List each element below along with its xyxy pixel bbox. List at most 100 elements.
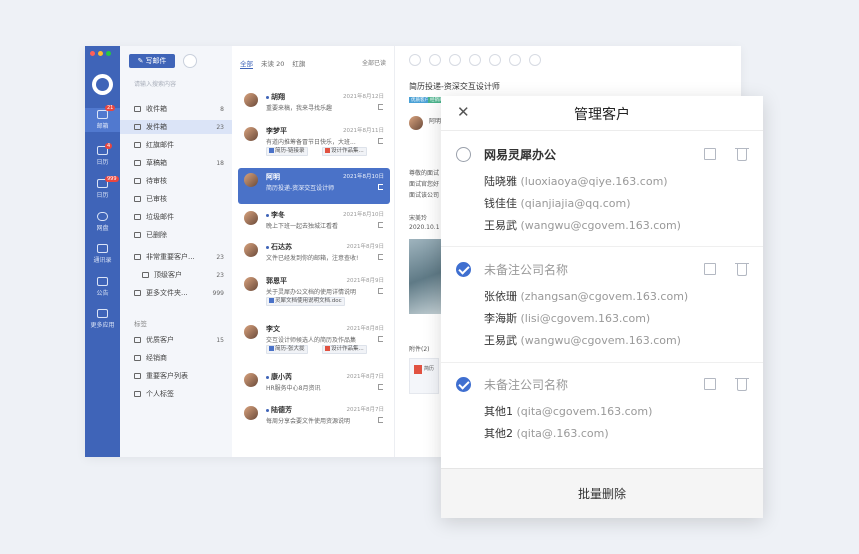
contact-email: (lisi@cgovem.163.com)	[520, 312, 651, 325]
folder-count: 18	[216, 159, 224, 167]
tag-icon	[134, 337, 141, 343]
folder-spam[interactable]: 垃圾邮件	[120, 210, 232, 224]
folder-outbox[interactable]: 发件箱 23	[120, 120, 232, 134]
message-row-selected[interactable]: 阿明 2021年8月10日 简历投递-资深交互设计师	[238, 168, 390, 204]
batch-delete-button[interactable]: 批量删除	[441, 468, 763, 518]
flag-icon[interactable]	[378, 288, 383, 294]
rail-calendar[interactable]: 4 日历	[85, 143, 120, 166]
attachment-card[interactable]: 简历	[409, 358, 439, 394]
close-dot[interactable]	[90, 51, 95, 56]
folder-count: 8	[220, 105, 224, 113]
bookmark-icon[interactable]	[489, 54, 501, 66]
rail-notice[interactable]: 公告	[85, 277, 120, 297]
rail-contacts[interactable]: 通讯录	[85, 244, 120, 264]
folder-pending[interactable]: 待审核	[120, 174, 232, 188]
rail-drive[interactable]: 网盘	[85, 212, 120, 232]
folder-drafts[interactable]: 草稿箱 18	[120, 156, 232, 170]
tag-personal[interactable]: 个人标签	[120, 387, 232, 401]
flag-icon[interactable]	[469, 54, 481, 66]
attachment-chip[interactable]: 灵犀文档使用说明文档.doc	[266, 297, 345, 306]
flag-icon[interactable]	[378, 138, 383, 144]
compose-button[interactable]: ✎ 写邮件	[129, 54, 175, 68]
attachment-name: 简历-链接录	[275, 148, 305, 154]
contact-name: 其他1	[484, 405, 513, 418]
tab-flagged[interactable]: 红旗	[292, 58, 305, 69]
message-row[interactable]: 康小芮 2021年8月7日 HR服务中心8月资讯	[238, 368, 390, 404]
group-checkbox-checked[interactable]	[456, 377, 471, 392]
folder-reviewed[interactable]: 已审核	[120, 192, 232, 206]
folder-deleted[interactable]: 已删除	[120, 228, 232, 242]
avatar	[244, 211, 258, 225]
window-controls	[90, 51, 111, 56]
contact-email: (wangwu@cgovem.163.com)	[520, 334, 681, 347]
mail-badge: 21	[105, 105, 116, 111]
folder-more[interactable]: 更多文件夹... 999	[120, 286, 232, 300]
flag-icon[interactable]	[378, 222, 383, 228]
flag-icon[interactable]	[378, 184, 383, 190]
flag-icon[interactable]	[378, 384, 383, 390]
message-row[interactable]: 李文 2021年8月8日 交互设计师候选人的简历及作品集 简历-张大拢 设计作品…	[238, 320, 390, 362]
minimize-dot[interactable]	[98, 51, 103, 56]
tab-unread[interactable]: 未读 20	[261, 58, 284, 69]
flag-icon[interactable]	[378, 417, 383, 423]
tab-all[interactable]: 全部	[240, 58, 253, 69]
folder-top-clients[interactable]: 顶级客户 23	[120, 268, 232, 282]
trash-icon[interactable]	[735, 148, 749, 161]
reader-body-line: 尊敬的面试	[409, 170, 440, 177]
attachment-chip[interactable]: 简历-张大拢	[266, 345, 308, 354]
folder-inbox[interactable]: 收件箱 8	[120, 102, 232, 116]
search-input[interactable]: 请输入搜索内容	[134, 79, 176, 88]
message-row[interactable]: 李梦平 2021年8月11日 有道内推筹备冒节日快乐，大班... 简历-链接录 …	[238, 122, 390, 166]
tag-premium[interactable]: 优质客户 15	[120, 333, 232, 347]
unread-dot	[266, 375, 269, 379]
flag-icon[interactable]	[378, 336, 383, 342]
rail-more-apps[interactable]: 更多应用	[85, 309, 120, 329]
reply-icon[interactable]	[409, 54, 421, 66]
contact-item: 其他2 (qita@.163.com)	[484, 425, 609, 441]
edit-icon[interactable]	[704, 148, 716, 160]
message-row[interactable]: 李冬 2021年8月10日 晚上下班一起去独城江看看	[238, 206, 390, 242]
folder-count: 23	[216, 253, 224, 261]
message-row[interactable]: 石达苏 2021年8月9日 文件已经发到你的邮箱，注意查收!	[238, 238, 390, 274]
avatar	[244, 277, 258, 291]
group-checkbox[interactable]	[456, 147, 471, 162]
reply-all-icon[interactable]	[429, 54, 441, 66]
message-row[interactable]: 胡翔 2021年8月12日 重要来稿，我来寻找乐趣	[238, 88, 390, 124]
doc-icon	[269, 346, 274, 351]
rail-calendar-2[interactable]: 999 日历	[85, 176, 120, 199]
pending-icon	[134, 178, 141, 184]
tag-important-list[interactable]: 重要客户列表	[120, 369, 232, 383]
more-icon[interactable]	[529, 54, 541, 66]
flag-icon[interactable]	[378, 254, 383, 260]
attachment-chip[interactable]: 设计作品集...	[322, 147, 367, 156]
trash-icon[interactable]	[735, 263, 749, 276]
tag-dealer[interactable]: 经销商	[120, 351, 232, 365]
rail-calendar-2-label: 日历	[96, 192, 109, 199]
trash-icon	[134, 232, 141, 238]
delete-icon[interactable]	[509, 54, 521, 66]
rail-mail[interactable]: 21 邮箱	[85, 105, 120, 132]
edit-icon[interactable]	[704, 378, 716, 390]
tag-icon	[134, 355, 141, 361]
message-row[interactable]: 郭恩平 2021年8月9日 关于灵犀办公文档的使用详情说明 灵犀文档使用说明文档…	[238, 272, 390, 312]
unread-dot	[266, 95, 269, 99]
attachment-chip[interactable]: 简历-链接录	[266, 147, 308, 156]
folder-vip[interactable]: 非常重要客户... 23	[120, 250, 232, 264]
flag-icon[interactable]	[378, 104, 383, 110]
maximize-dot[interactable]	[106, 51, 111, 56]
contact-name: 王易武	[484, 219, 517, 232]
forward-icon[interactable]	[449, 54, 461, 66]
trash-icon[interactable]	[735, 378, 749, 391]
edit-icon[interactable]	[704, 263, 716, 275]
rail-notice-label: 公告	[96, 290, 109, 297]
contact-name: 其他2	[484, 427, 513, 440]
folder-count: 999	[212, 289, 224, 297]
group-checkbox-checked[interactable]	[456, 262, 471, 277]
avatar	[244, 406, 258, 420]
apps-grid-icon	[97, 309, 108, 318]
folder-flagged[interactable]: 红旗邮件	[120, 138, 232, 152]
message-row[interactable]: 陆德芳 2021年8月7日 每周分享会要文件使用资源说明	[238, 401, 390, 437]
attachment-chip[interactable]: 设计作品集...	[322, 345, 367, 354]
mark-all-read-button[interactable]: 全部已读	[362, 58, 386, 67]
sync-icon[interactable]	[183, 54, 197, 68]
